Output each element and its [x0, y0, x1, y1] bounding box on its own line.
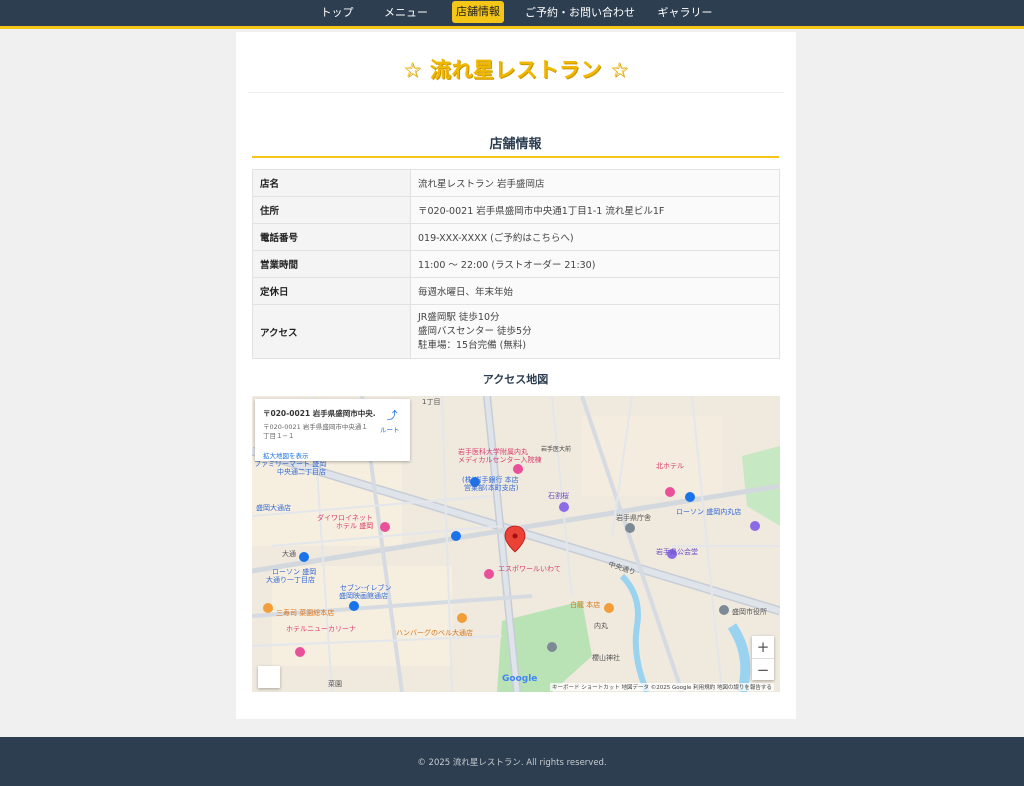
map-label: 北ホテル	[656, 462, 684, 470]
map-label: 盛岡市役所	[732, 607, 767, 616]
heading-underline	[252, 156, 779, 158]
map-info-card: 〒020-0021 岩手県盛岡市中央... 〒020-0021 岩手県盛岡市中央…	[255, 399, 410, 461]
row-label: 店名	[252, 169, 411, 197]
store-info-table: 店名 流れ星レストラン 岩手盛岡店 住所 〒020-0021 岩手県盛岡市中央通…	[252, 169, 780, 359]
map-label: ローソン 盛岡内丸店	[676, 507, 741, 516]
copyright-text: © 2025 流れ星レストラン. All rights reserved.	[417, 758, 607, 768]
nav-item-top[interactable]: トップ	[314, 0, 360, 26]
map-label: (株)岩手銀行 本店	[462, 475, 519, 484]
map-label: セブン-イレブン	[340, 583, 392, 592]
route-link[interactable]: ルート	[380, 424, 400, 434]
row-label: 営業時間	[252, 250, 411, 278]
map-label: 三寿司 菜園総本店	[276, 608, 334, 617]
map-label: 大通り一丁目店	[266, 575, 315, 584]
nav-item-menu[interactable]: メニュー	[378, 0, 434, 26]
nav-item-store-info[interactable]: 店舗情報	[452, 1, 504, 23]
street-view-button[interactable]	[258, 666, 280, 688]
row-value: 11:00 〜 22:00 (ラストオーダー 21:30)	[410, 250, 780, 278]
row-label: アクセス	[252, 304, 411, 359]
map-label: 岩手医科大学附属内丸	[458, 447, 528, 456]
table-row: 店名 流れ星レストラン 岩手盛岡店	[252, 169, 780, 197]
zoom-in-button[interactable]: +	[752, 636, 774, 658]
map-label: ホテル 盛岡	[336, 521, 373, 530]
map-attribution[interactable]: キーボード ショートカット 地図データ ©2025 Google 利用規約 地図…	[550, 683, 774, 691]
map-label: 岩手医大前	[541, 445, 571, 453]
row-value: 流れ星レストラン 岩手盛岡店	[410, 169, 780, 197]
row-value: 毎週水曜日、年末年始	[410, 277, 780, 305]
map-label: 岩手県公会堂	[656, 547, 698, 556]
access-line: JR盛岡駅 徒歩10分	[418, 311, 500, 323]
table-row: アクセス JR盛岡駅 徒歩10分 盛岡バスセンター 徒歩5分 駐車場：15台完備…	[252, 304, 780, 359]
map-label: ホテルニューカリーナ	[286, 625, 356, 633]
map-label: 内丸	[594, 621, 608, 630]
map-label: エスポワールいわて	[498, 565, 561, 573]
map-label: ハンバーグのベル大通店	[396, 628, 473, 637]
row-label: 電話番号	[252, 223, 411, 251]
map-label: 石割桜	[548, 491, 569, 500]
map-label: 白龍 本店	[570, 600, 600, 609]
map-label: 1丁目	[422, 398, 440, 406]
map-address-detail: 〒020-0021 岩手県盛岡市中央通１丁目１−１	[263, 423, 368, 440]
row-label: 定休日	[252, 277, 411, 305]
table-row: 住所 〒020-0021 岩手県盛岡市中央通1丁目1-1 流れ星ビル1F	[252, 196, 780, 224]
map-label: ダイワロイネット	[317, 513, 373, 522]
star-icon: ☆	[609, 58, 630, 82]
row-value: 〒020-0021 岩手県盛岡市中央通1丁目1-1 流れ星ビル1F	[410, 196, 780, 224]
nav-item-reservation[interactable]: ご予約・お問い合わせ	[524, 0, 636, 26]
directions-icon[interactable]: ⤴	[385, 407, 399, 422]
google-map-embed[interactable]: 1丁目 岩手医科大学附属内丸 メディカルセンター入院棟 岩手医大前 北ホテル (…	[252, 396, 780, 692]
map-label: 岩手県庁舎	[616, 513, 651, 522]
map-label: 盛岡大通店	[256, 503, 291, 512]
nav-item-gallery[interactable]: ギャラリー	[652, 0, 718, 26]
larger-map-link[interactable]: 拡大地図を表示	[263, 450, 309, 460]
row-value: 019-XXX-XXXX (ご予約はこちらへ)	[410, 223, 780, 251]
table-row: 電話番号 019-XXX-XXXX (ご予約はこちらへ)	[252, 223, 780, 251]
top-navigation: トップ メニュー 店舗情報 ご予約・お問い合わせ ギャラリー	[0, 0, 1024, 29]
map-label: 盛岡映画館通店	[339, 591, 388, 600]
restaurant-name: 流れ星レストラン	[430, 58, 602, 82]
table-row: 営業時間 11:00 〜 22:00 (ラストオーダー 21:30)	[252, 250, 780, 278]
map-zoom-control: + −	[752, 636, 774, 680]
site-header: ☆ 流れ星レストラン ☆	[248, 32, 784, 93]
access-line: 盛岡バスセンター 徒歩5分	[418, 325, 532, 337]
table-row: 定休日 毎週水曜日、年末年始	[252, 277, 780, 305]
zoom-out-button[interactable]: −	[752, 659, 774, 681]
site-title: ☆ 流れ星レストラン ☆	[248, 54, 784, 84]
row-value: JR盛岡駅 徒歩10分 盛岡バスセンター 徒歩5分 駐車場：15台完備 (無料)	[410, 304, 780, 359]
google-logo: Google	[502, 674, 538, 684]
access-line: 駐車場：15台完備 (無料)	[418, 339, 527, 351]
main-content: ☆ 流れ星レストラン ☆ 店舗情報 店名 流れ星レストラン 岩手盛岡店 住所 〒…	[236, 32, 796, 719]
access-map-heading: アクセス地図	[482, 373, 549, 386]
map-label: 菜園	[328, 679, 342, 688]
row-label: 住所	[252, 196, 411, 224]
map-label: ローソン 盛岡	[272, 567, 316, 576]
store-info-heading: 店舗情報	[489, 137, 542, 152]
map-label: 櫻山神社	[592, 653, 620, 662]
map-label: 大通	[282, 549, 296, 558]
site-footer: © 2025 流れ星レストラン. All rights reserved.	[0, 737, 1024, 786]
map-label: 営業部(本町支店)	[464, 483, 519, 492]
star-icon: ☆	[402, 58, 423, 82]
map-address-title: 〒020-0021 岩手県盛岡市中央...	[263, 409, 375, 418]
map-label: メディカルセンター入院棟	[458, 455, 542, 464]
map-label: 中央通二丁目店	[277, 467, 326, 476]
